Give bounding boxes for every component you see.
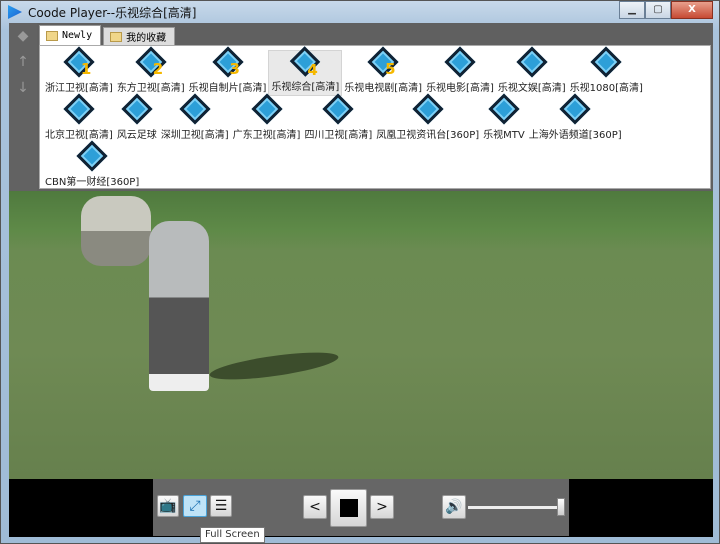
- folder-icon: [46, 30, 58, 41]
- title-bar: Coode Player--乐视综合[高清] ▁ ▢ X: [1, 1, 719, 23]
- channel-label: 凤凰卫视资讯台[360P]: [376, 130, 480, 141]
- playlist-icon[interactable]: ☰: [210, 495, 232, 517]
- film-icon: [590, 46, 622, 78]
- fullscreen-button[interactable]: ⤢: [183, 495, 207, 517]
- app-logo-icon: [8, 5, 22, 19]
- channel-panel: Newly 我的收藏 1 浙江卫视[高清] 2 东方卫视[高清] 3 乐视自制片[高清] 4 乐…: [37, 23, 713, 191]
- channel-item[interactable]: 北京卫视[高清]: [43, 93, 115, 143]
- film-icon: [63, 93, 95, 125]
- film-icon: [76, 140, 108, 172]
- film-icon: [559, 93, 591, 125]
- tab-label: Newly: [62, 30, 93, 41]
- prev-button[interactable]: <: [303, 495, 327, 519]
- channel-item[interactable]: 乐视电影[高清]: [424, 46, 496, 96]
- channel-label: 四川卫视[高清]: [304, 130, 373, 141]
- film-icon: [121, 93, 153, 125]
- channel-number: 5: [385, 60, 396, 78]
- move-down-icon[interactable]: ↓: [9, 75, 37, 101]
- tooltip: Full Screen: [200, 527, 265, 543]
- next-button[interactable]: >: [370, 495, 394, 519]
- channel-item[interactable]: CBN第一财经[360P]: [43, 140, 141, 190]
- channel-label: 乐视MTV: [483, 130, 525, 141]
- film-icon: [516, 46, 548, 78]
- volume-slider[interactable]: [468, 506, 563, 509]
- channel-item[interactable]: 凤凰卫视资讯台[360P]: [374, 93, 481, 143]
- channel-item[interactable]: 广东卫视[高清]: [231, 93, 303, 143]
- left-toolbar: ◆ ↑ ↓: [9, 23, 37, 191]
- channel-item[interactable]: 1 浙江卫视[高清]: [43, 46, 115, 96]
- app-window: Coode Player--乐视综合[高清] ▁ ▢ X ◆ ↑ ↓ Newly…: [0, 0, 720, 544]
- film-icon: [179, 93, 211, 125]
- channel-item[interactable]: 乐视1080[高清]: [568, 46, 645, 96]
- film-icon: [250, 93, 283, 125]
- maximize-button[interactable]: ▢: [645, 1, 671, 19]
- tab-1[interactable]: 我的收藏: [103, 27, 176, 45]
- channel-item[interactable]: 5 乐视电视剧[高清]: [342, 46, 424, 96]
- move-up-icon[interactable]: ↑: [9, 49, 37, 75]
- minimize-button[interactable]: ▁: [619, 1, 645, 19]
- tab-label: 我的收藏: [126, 33, 167, 44]
- channel-item[interactable]: 上海外语频道[360P]: [527, 93, 624, 143]
- channel-number: 1: [80, 60, 92, 78]
- channel-label: 乐视综合[高清]: [271, 82, 340, 93]
- caddie-figure: [81, 196, 151, 266]
- channel-label: 广东卫视[高清]: [232, 130, 301, 141]
- channel-row: 1 浙江卫视[高清] 2 东方卫视[高清] 3 乐视自制片[高清] 4 乐视综合[高清] 5 乐视…: [43, 46, 710, 96]
- close-button[interactable]: X: [671, 1, 713, 19]
- channel-label: 东方卫视[高清]: [116, 83, 185, 94]
- channel-item[interactable]: 3 乐视自制片[高清]: [187, 46, 269, 96]
- tab-0[interactable]: Newly: [39, 25, 102, 45]
- film-icon: [322, 93, 354, 125]
- channel-label: 乐视自制片[高清]: [188, 83, 267, 94]
- channel-label: CBN第一财经[360P]: [45, 177, 140, 188]
- channel-label: 风云足球: [116, 130, 157, 141]
- video-area[interactable]: [9, 191, 713, 479]
- channel-item[interactable]: 四川卫视[高清]: [302, 93, 374, 143]
- channel-row: 北京卫视[高清] 风云足球 深圳卫视[高清] 广东卫视[高清] 四川卫视[高清] 凤凰卫视…: [43, 93, 710, 143]
- channel-number: 3: [229, 60, 240, 78]
- volume-icon[interactable]: 🔊: [442, 495, 466, 519]
- folder-icon: [110, 31, 123, 42]
- stop-icon: [339, 499, 358, 517]
- channel-row: CBN第一财经[360P]: [43, 140, 710, 190]
- channel-item[interactable]: 乐视MTV: [481, 93, 527, 143]
- shadow: [208, 347, 340, 385]
- channel-item[interactable]: 风云足球: [115, 93, 159, 143]
- film-icon: [412, 93, 444, 125]
- golfer-figure: [149, 221, 209, 391]
- channel-label: 浙江卫视[高清]: [45, 83, 113, 94]
- channel-number: 2: [152, 60, 164, 78]
- channel-item[interactable]: 深圳卫视[高清]: [159, 93, 231, 143]
- channel-item[interactable]: 乐视文娱[高清]: [496, 46, 568, 96]
- film-icon: [488, 93, 520, 125]
- stop-button[interactable]: [330, 489, 367, 527]
- channel-label: 乐视电影[高清]: [426, 83, 494, 94]
- channel-item[interactable]: 4 乐视综合[高清]: [268, 46, 343, 96]
- tv-icon[interactable]: 📺: [157, 495, 179, 517]
- add-channel-icon[interactable]: ◆: [9, 23, 37, 49]
- channel-label: 乐视1080[高清]: [569, 83, 643, 94]
- channel-label: 乐视电视剧[高清]: [344, 83, 423, 94]
- channel-label: 上海外语频道[360P]: [528, 130, 622, 141]
- channel-label: 深圳卫视[高清]: [160, 130, 229, 141]
- window-title: Coode Player--乐视综合[高清]: [28, 5, 197, 20]
- channel-label: 北京卫视[高清]: [45, 130, 113, 141]
- channel-list: 1 浙江卫视[高清] 2 东方卫视[高清] 3 乐视自制片[高清] 4 乐视综合[高清] 5 乐视…: [39, 45, 711, 189]
- volume-slider-thumb[interactable]: [557, 498, 565, 516]
- film-icon: [444, 46, 476, 78]
- channel-number: 4: [307, 61, 318, 79]
- channel-item[interactable]: 2 东方卫视[高清]: [115, 46, 187, 96]
- channel-label: 乐视文娱[高清]: [497, 83, 566, 94]
